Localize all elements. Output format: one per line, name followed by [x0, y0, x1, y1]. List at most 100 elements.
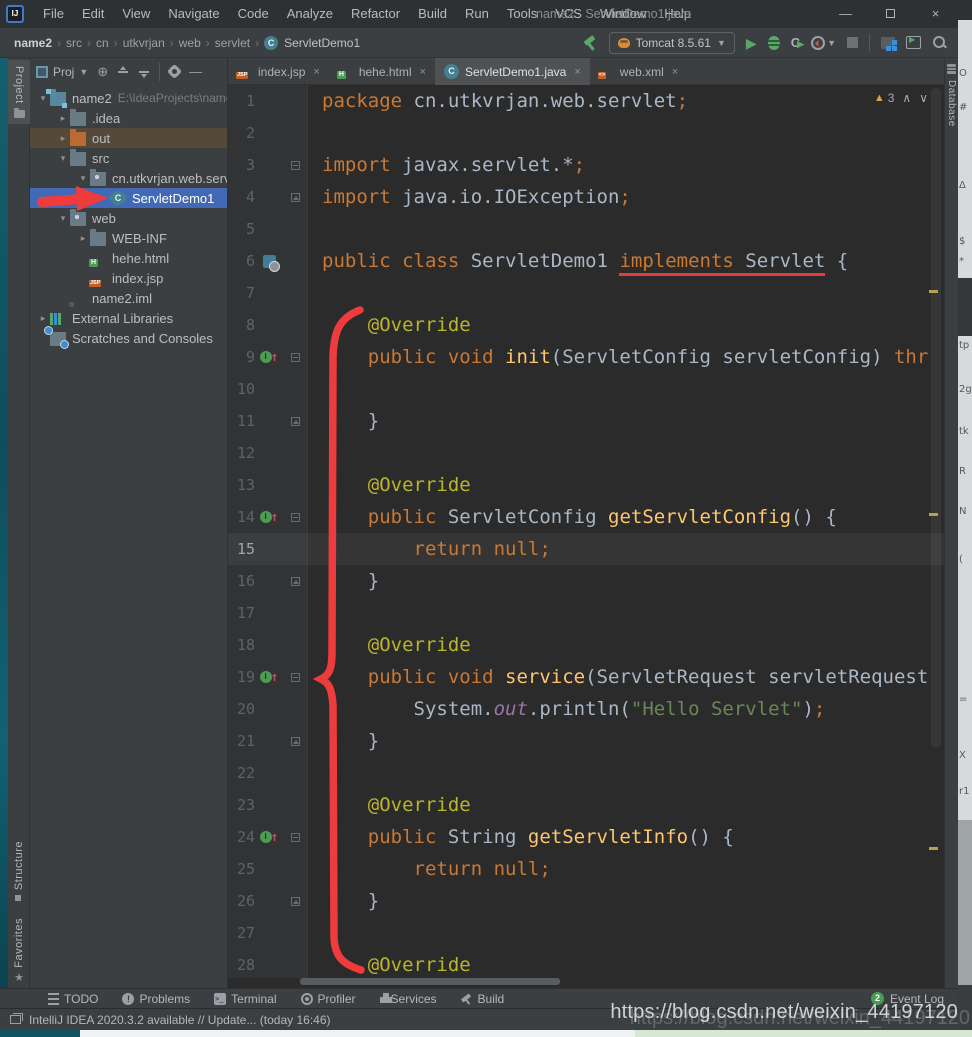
tool-button-structure[interactable]: Structure	[13, 841, 25, 904]
tool-window-button-todo[interactable]: TODO	[48, 992, 98, 1006]
build-hammer-icon[interactable]	[582, 35, 598, 51]
fold-marker[interactable]	[291, 897, 300, 906]
status-message[interactable]: IntelliJ IDEA 2020.3.2 available // Upda…	[29, 1013, 331, 1027]
code-line-3[interactable]: 3import javax.servlet.*;	[228, 149, 944, 181]
tree-row-cn-utkvrjan-web-servlet[interactable]: ▾cn.utkvrjan.web.servlet	[30, 168, 227, 188]
breadcrumb-item-src[interactable]: src	[64, 36, 84, 50]
chevron-down-icon[interactable]: ▾	[56, 153, 70, 164]
code-line-12[interactable]: 12	[228, 437, 944, 469]
chevron-right-icon[interactable]: ▸	[56, 133, 70, 144]
warning-stripe-mark[interactable]	[929, 290, 938, 293]
close-tab-icon[interactable]: ×	[420, 66, 426, 78]
code-line-27[interactable]: 27	[228, 917, 944, 949]
code-line-20[interactable]: 20 System.out.println("Hello Servlet");	[228, 693, 944, 725]
code-line-9[interactable]: 9I↑ public void init(ServletConfig servl…	[228, 341, 944, 373]
tool-button-favorites[interactable]: Favorites ★	[13, 918, 25, 984]
tool-button-database[interactable]: Database	[946, 80, 957, 127]
code-line-26[interactable]: 26 }	[228, 885, 944, 917]
editor-tab-index-jsp[interactable]: JSPindex.jsp×	[228, 58, 329, 85]
tree-row-web-inf[interactable]: ▸WEB-INF	[30, 228, 227, 248]
inspection-widget[interactable]: ▲ 3 ∧ ∨	[874, 91, 928, 105]
tree-row-web[interactable]: ▾web	[30, 208, 227, 228]
code-line-17[interactable]: 17	[228, 597, 944, 629]
fold-marker[interactable]	[291, 353, 300, 362]
breadcrumb-item-name2[interactable]: name2	[12, 36, 54, 50]
code-line-16[interactable]: 16 }	[228, 565, 944, 597]
chevron-down-icon[interactable]: ▾	[56, 213, 70, 224]
code-line-8[interactable]: 8 @Override	[228, 309, 944, 341]
fold-marker[interactable]	[291, 161, 300, 170]
code-line-11[interactable]: 11 }	[228, 405, 944, 437]
code-line-4[interactable]: 4import java.io.IOException;	[228, 181, 944, 213]
menu-item-refactor[interactable]: Refactor	[342, 0, 409, 28]
fold-marker[interactable]	[291, 833, 300, 842]
search-everywhere-button[interactable]	[932, 35, 948, 51]
code-line-15[interactable]: 15 return null;	[228, 533, 944, 565]
chevron-right-icon[interactable]: ▸	[76, 233, 90, 244]
code-line-2[interactable]: 2	[228, 117, 944, 149]
tree-row-scratches-and-consoles[interactable]: Scratches and Consoles	[30, 328, 227, 348]
tree-row-out[interactable]: ▸out	[30, 128, 227, 148]
breadcrumb-current[interactable]: ServletDemo1	[282, 36, 362, 50]
next-warning-button[interactable]: ∨	[919, 91, 928, 105]
code-line-18[interactable]: 18 @Override	[228, 629, 944, 661]
chevron-right-icon[interactable]: ▸	[56, 113, 70, 124]
tool-window-button-problems[interactable]: Problems	[122, 992, 190, 1006]
code-line-21[interactable]: 21 }	[228, 725, 944, 757]
minimize-button[interactable]: —	[823, 0, 868, 28]
tool-window-button-services[interactable]: Services	[380, 992, 437, 1006]
tree-row-src[interactable]: ▾src	[30, 148, 227, 168]
restore-windows-icon[interactable]	[10, 1015, 21, 1024]
menu-item-navigate[interactable]: Navigate	[159, 0, 228, 28]
tree-row-servletdemo1[interactable]: CServletDemo1	[30, 188, 227, 208]
locate-file-button[interactable]: ⊕	[97, 64, 108, 80]
tree-row-name2-iml[interactable]: name2.iml	[30, 288, 227, 308]
code-line-13[interactable]: 13 @Override	[228, 469, 944, 501]
fold-marker[interactable]	[291, 513, 300, 522]
close-tab-icon[interactable]: ×	[672, 66, 678, 78]
warning-stripe-mark[interactable]	[929, 847, 938, 850]
menu-item-edit[interactable]: Edit	[73, 0, 113, 28]
tool-window-button-profiler[interactable]: Profiler	[301, 992, 356, 1006]
vertical-scrollbar[interactable]	[931, 88, 941, 748]
chevron-down-icon[interactable]: ▾	[36, 93, 50, 104]
warning-stripe-mark[interactable]	[929, 513, 938, 516]
fold-marker[interactable]	[291, 673, 300, 682]
code-line-6[interactable]: 6public class ServletDemo1 implements Se…	[228, 245, 944, 277]
project-view-selector[interactable]: Proj ▼	[36, 65, 88, 79]
code-line-25[interactable]: 25 return null;	[228, 853, 944, 885]
close-tab-icon[interactable]: ×	[574, 66, 580, 78]
tree-row-hehe-html[interactable]: Hhehe.html	[30, 248, 227, 268]
tree-row-index-jsp[interactable]: JSPindex.jsp	[30, 268, 227, 288]
editor-code-area[interactable]: 1package cn.utkvrjan.web.servlet;23impor…	[228, 85, 944, 981]
code-line-24[interactable]: 24I↑ public String getServletInfo() {	[228, 821, 944, 853]
close-button[interactable]: ×	[913, 0, 958, 28]
menu-item-file[interactable]: File	[34, 0, 73, 28]
horizontal-scrollbar[interactable]	[300, 978, 560, 985]
tool-button-project[interactable]: Project	[8, 60, 30, 124]
fold-marker[interactable]	[291, 577, 300, 586]
editor-tab-servletdemo1-java[interactable]: CServletDemo1.java×	[435, 58, 590, 85]
collapse-all-button[interactable]	[138, 66, 150, 78]
code-line-14[interactable]: 14I↑ public ServletConfig getServletConf…	[228, 501, 944, 533]
fold-marker[interactable]	[291, 193, 300, 202]
code-line-10[interactable]: 10	[228, 373, 944, 405]
tree-row-external-libraries[interactable]: ▸External Libraries	[30, 308, 227, 328]
tool-window-button-build[interactable]: Build	[461, 992, 505, 1006]
coverage-button[interactable]: C▶	[791, 35, 800, 51]
chevron-down-icon[interactable]: ▾	[76, 173, 90, 184]
implemented-class-icon[interactable]	[263, 255, 276, 268]
stop-button[interactable]	[847, 37, 858, 48]
code-line-22[interactable]: 22	[228, 757, 944, 789]
code-line-5[interactable]: 5	[228, 213, 944, 245]
code-line-7[interactable]: 7	[228, 277, 944, 309]
tree-row-name2[interactable]: ▾name2E:\IdeaProjects\name2	[30, 88, 227, 108]
breadcrumb-item-cn[interactable]: cn	[94, 36, 111, 50]
run-config-selector[interactable]: Tomcat 8.5.61 ▼	[609, 32, 735, 54]
menu-item-view[interactable]: View	[113, 0, 159, 28]
hide-panel-button[interactable]: —	[189, 64, 202, 79]
maximize-button[interactable]	[868, 0, 913, 28]
profiler-button[interactable]: ▼	[811, 36, 836, 50]
editor-tab-web-xml[interactable]: <>web.xml×	[590, 58, 687, 85]
run-anything-button[interactable]	[906, 36, 921, 49]
